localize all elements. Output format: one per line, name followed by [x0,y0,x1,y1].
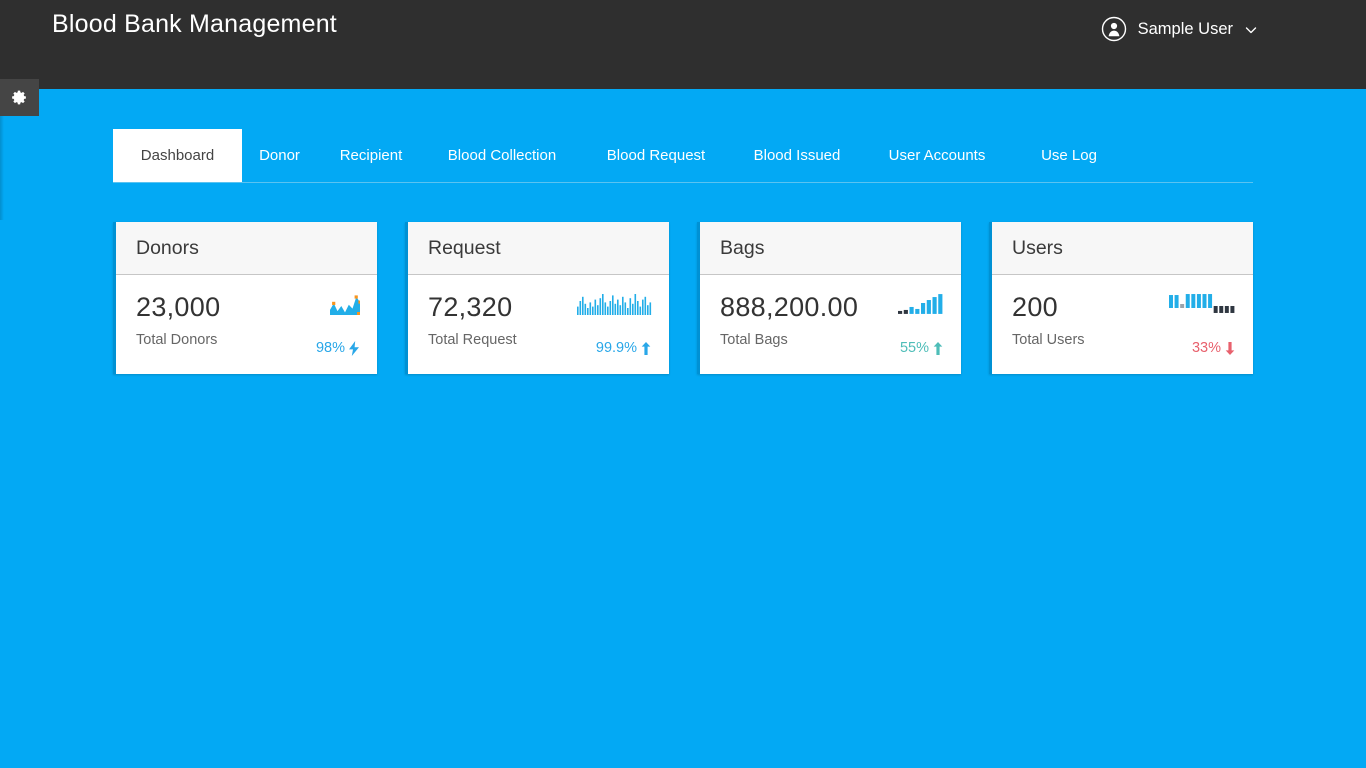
card-title: Users [1012,237,1063,260]
lightning-bolt-icon [348,341,360,356]
user-circle-icon [1101,16,1127,42]
trend-value: 98% [316,340,345,356]
arrow-up-icon [932,341,944,356]
main-tab-bar: Dashboard Donor Recipient Blood Collection B… [113,129,1253,183]
card-header: Bags [700,222,961,275]
tab-label: Dashboard [141,147,214,164]
card-title: Donors [136,237,199,260]
chevron-down-icon[interactable] [1244,23,1258,37]
user-name-label: Sample User [1138,19,1233,39]
trend-indicator: 55% [900,340,944,356]
sparkline-chart [330,294,360,316]
settings-toggle-button[interactable] [0,79,39,116]
trend-indicator: 33% [1192,340,1236,356]
card-body: 72,320Total Request99.9% [408,275,669,373]
card-header: Request [408,222,669,275]
tab-dashboard[interactable]: Dashboard [113,129,242,182]
arrow-down-icon [1224,341,1236,356]
tab-use-log[interactable]: Use Log [1013,129,1125,182]
tab-blood-issued[interactable]: Blood Issued [733,129,861,182]
tab-label: Use Log [1041,147,1097,164]
stat-card-users: Users 200Total Users33% [989,222,1253,374]
tab-blood-request[interactable]: Blood Request [579,129,733,182]
trend-value: 33% [1192,340,1221,356]
stat-card-request: Request 72,320Total Request99.9% [405,222,669,374]
tab-blood-collection[interactable]: Blood Collection [425,129,579,182]
card-title: Bags [720,237,764,260]
user-menu[interactable]: Sample User [1101,13,1258,45]
tab-label: Donor [259,147,300,164]
sidebar-shadow [0,116,4,220]
tab-donor[interactable]: Donor [242,129,317,182]
tab-label: User Accounts [889,147,986,164]
top-header-bar: Blood Bank Management Sample User [0,0,1366,89]
tab-label: Recipient [340,147,403,164]
card-header: Donors [116,222,377,275]
tab-recipient[interactable]: Recipient [317,129,425,182]
tab-label: Blood Collection [448,147,556,164]
trend-indicator: 99.9% [596,340,652,356]
sparkline-chart [577,294,652,316]
stat-card-donors: Donors 23,000Total Donors98% [113,222,377,374]
trend-value: 99.9% [596,340,637,356]
app-title: Blood Bank Management [52,8,652,41]
tab-user-accounts[interactable]: User Accounts [861,129,1013,182]
card-body: 200Total Users33% [992,275,1253,373]
sparkline-chart [898,294,944,316]
sparkline-chart [1169,294,1236,316]
tab-label: Blood Request [607,147,705,164]
trend-value: 55% [900,340,929,356]
tab-label: Blood Issued [754,147,841,164]
arrow-up-icon [640,341,652,356]
gear-icon [11,89,28,106]
card-value: 23,000 [136,291,359,323]
card-body: 23,000Total Donors98% [116,275,377,373]
stat-card-bags: Bags 888,200.00Total Bags55% [697,222,961,374]
card-body: 888,200.00Total Bags55% [700,275,961,373]
card-header: Users [992,222,1253,275]
trend-indicator: 98% [316,340,360,356]
card-title: Request [428,237,501,260]
